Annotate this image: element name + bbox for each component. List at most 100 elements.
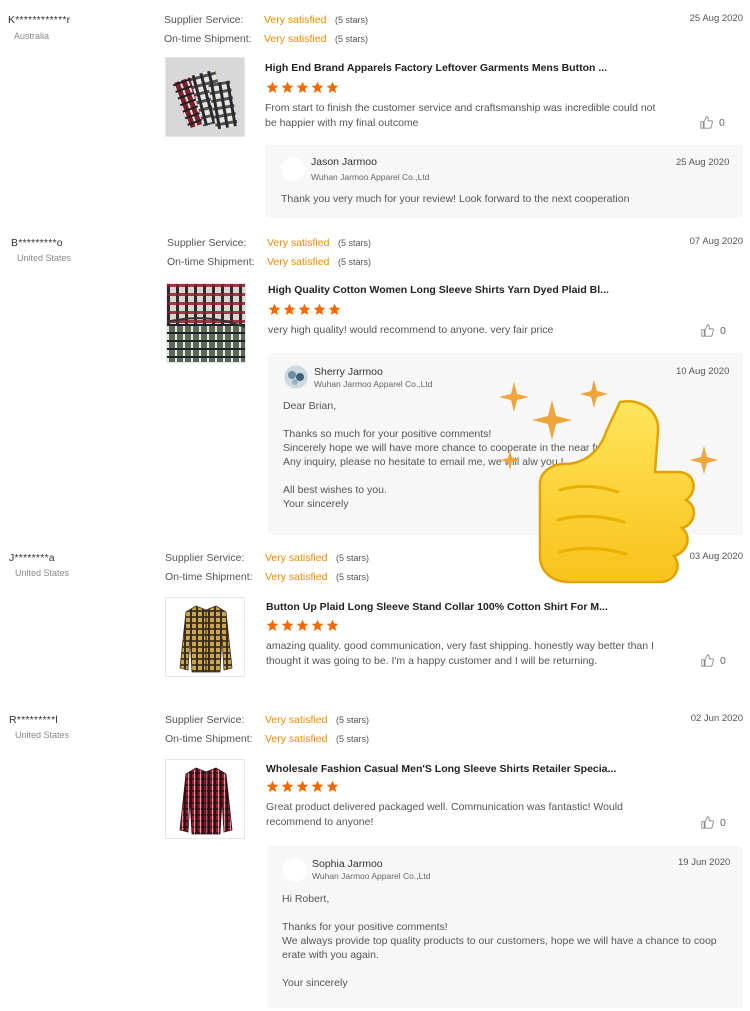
star-icon	[298, 303, 311, 316]
review-date: 02 Jun 2020	[690, 713, 743, 724]
plaid-shirt-image	[166, 598, 244, 676]
ontime-shipment-value: Very satisfied	[265, 733, 328, 745]
like-count: 0	[720, 324, 726, 337]
product-title-link[interactable]: Button Up Plaid Long Sleeve Stand Collar…	[266, 601, 608, 613]
supplier-logo-icon	[285, 366, 307, 388]
review-date: 25 Aug 2020	[689, 13, 743, 24]
supplier-service-rating: Supplier Service: Very satisfied (5 stars)	[164, 14, 368, 26]
supplier-service-label: Supplier Service:	[165, 552, 245, 564]
ontime-shipment-label: On-time Shipment:	[164, 33, 252, 45]
reply-company-name: Wuhan Jarmoo Apparel Co.,Ltd	[312, 871, 431, 881]
supplier-service-rating: Supplier Service: Very satisfied (5 stars)	[165, 552, 369, 564]
star-icon	[266, 619, 279, 632]
buyer-country: United States	[15, 730, 70, 740]
thumbs-up-icon	[701, 654, 714, 667]
reply-author-name: Jason Jarmoo	[311, 156, 377, 168]
ontime-shipment-rating: On-time Shipment: Very satisfied (5 stars)	[164, 33, 368, 45]
reply-text: Thank you very much for your review! Loo…	[281, 193, 630, 205]
review-text: From start to finish the customer servic…	[265, 102, 656, 129]
product-thumbnail[interactable]	[165, 759, 245, 839]
star-icon	[328, 303, 341, 316]
star-icon	[311, 619, 324, 632]
star-icon	[311, 81, 324, 94]
reply-date: 10 Aug 2020	[676, 366, 730, 377]
star-icon	[326, 780, 339, 793]
supplier-reply: Jason Jarmoo Wuhan Jarmoo Apparel Co.,Lt…	[265, 145, 743, 218]
reply-author-name: Sherry Jarmoo	[314, 366, 383, 378]
product-thumbnail[interactable]	[165, 597, 245, 677]
like-count: 0	[720, 654, 726, 667]
supplier-service-stars: (5 stars)	[335, 15, 369, 25]
buyer-name: J********a	[9, 552, 55, 564]
review-star-rating	[268, 303, 341, 316]
review-text: very high quality! would recommend to an…	[268, 324, 554, 336]
ontime-shipment-label: On-time Shipment:	[165, 733, 253, 745]
like-button[interactable]: 0	[701, 816, 726, 829]
reply-company-name: Wuhan Jarmoo Apparel Co.,Ltd	[311, 172, 430, 182]
buyer-country: United States	[17, 253, 72, 263]
star-icon	[296, 780, 309, 793]
thumbs-up-icon	[701, 324, 714, 337]
plaid-shirt-image	[166, 760, 244, 838]
supplier-service-rating: Supplier Service: Very satisfied (5 stars)	[167, 237, 371, 249]
plaid-shirts-image	[167, 284, 245, 362]
star-icon	[281, 619, 294, 632]
thumbs-up-icon	[701, 816, 714, 829]
review-item: R*********l United States Supplier Servi…	[0, 702, 750, 1011]
star-icon	[296, 81, 309, 94]
review-item: B*********o United States Supplier Servi…	[0, 225, 750, 540]
like-button[interactable]: 0	[701, 324, 726, 337]
reply-text: Hi Robert, Thanks for your positive comm…	[282, 893, 717, 989]
supplier-service-stars: (5 stars)	[338, 238, 372, 248]
thumbs-up-icon	[700, 116, 713, 129]
ontime-shipment-rating: On-time Shipment: Very satisfied (5 stars)	[165, 571, 369, 583]
star-icon	[268, 303, 281, 316]
product-thumbnail[interactable]	[166, 283, 246, 363]
supplier-reply: Sophia Jarmoo Wuhan Jarmoo Apparel Co.,L…	[267, 846, 743, 1008]
star-icon	[326, 81, 339, 94]
buyer-country: Australia	[14, 31, 50, 41]
ontime-shipment-rating: On-time Shipment: Very satisfied (5 stars)	[167, 256, 371, 268]
star-icon	[311, 780, 324, 793]
star-icon	[313, 303, 326, 316]
ontime-shipment-value: Very satisfied	[267, 256, 330, 268]
supplier-service-label: Supplier Service:	[165, 714, 245, 726]
review-item: J********a United States Supplier Servic…	[0, 540, 750, 700]
ontime-shipment-stars: (5 stars)	[338, 257, 372, 267]
reply-date: 25 Aug 2020	[676, 157, 730, 168]
buyer-name: K************r	[8, 14, 71, 26]
reply-date: 19 Jun 2020	[678, 857, 731, 868]
ontime-shipment-stars: (5 stars)	[336, 734, 370, 744]
buyer-name: R*********l	[9, 714, 58, 726]
supplier-service-rating: Supplier Service: Very satisfied (5 stars)	[165, 714, 369, 726]
supplier-service-label: Supplier Service:	[167, 237, 247, 249]
product-title-link[interactable]: Wholesale Fashion Casual Men'S Long Slee…	[266, 763, 616, 775]
review-text: Great product delivered packaged well. C…	[266, 801, 623, 828]
supplier-service-value: Very satisfied	[265, 714, 328, 726]
like-button[interactable]: 0	[701, 654, 726, 667]
ontime-shipment-rating: On-time Shipment: Very satisfied (5 stars)	[165, 733, 369, 745]
reply-author-name: Sophia Jarmoo	[312, 858, 383, 870]
buyer-name: B*********o	[11, 237, 63, 249]
like-button[interactable]: 0	[700, 116, 725, 129]
supplier-service-value: Very satisfied	[267, 237, 330, 249]
star-icon	[283, 303, 296, 316]
supplier-avatar	[284, 365, 308, 389]
supplier-service-value: Very satisfied	[265, 552, 328, 564]
supplier-service-label: Supplier Service:	[164, 14, 244, 26]
supplier-reply: Sherry Jarmoo Wuhan Jarmoo Apparel Co.,L…	[268, 353, 743, 535]
supplier-avatar	[281, 157, 305, 181]
reply-text: Dear Brian, Thanks so much for your posi…	[283, 400, 614, 510]
star-icon	[296, 619, 309, 632]
plaid-shirts-image	[166, 58, 244, 136]
product-thumbnail[interactable]	[165, 57, 245, 137]
review-text: amazing quality. good communication, ver…	[266, 640, 654, 667]
like-count: 0	[719, 116, 725, 129]
product-title-link[interactable]: High Quality Cotton Women Long Sleeve Sh…	[268, 284, 609, 296]
buyer-country: United States	[15, 568, 70, 578]
product-title-link[interactable]: High End Brand Apparels Factory Leftover…	[265, 62, 607, 74]
ontime-shipment-value: Very satisfied	[265, 571, 328, 583]
star-icon	[281, 81, 294, 94]
ontime-shipment-label: On-time Shipment:	[165, 571, 253, 583]
star-icon	[266, 780, 279, 793]
